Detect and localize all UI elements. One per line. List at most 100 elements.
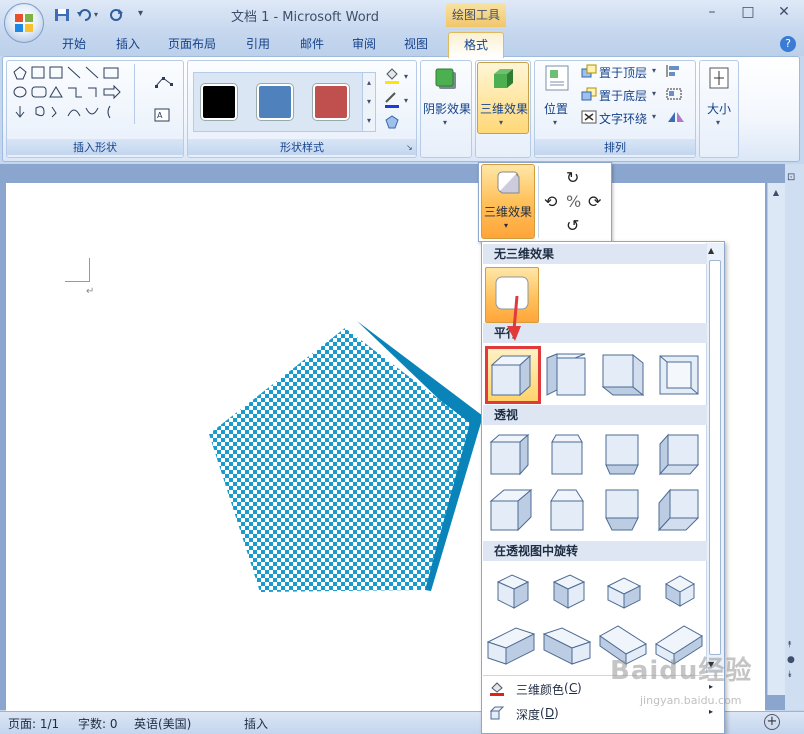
- rotate-icon[interactable]: [665, 110, 687, 124]
- depth-icon: [489, 706, 505, 720]
- tab-review[interactable]: 审阅: [344, 34, 384, 54]
- tab-insert[interactable]: 插入: [108, 34, 148, 54]
- 3d-effects-icon: [494, 69, 513, 88]
- perspective-icon-2[interactable]: [544, 432, 590, 478]
- undo-dropdown-icon[interactable]: ▾: [94, 10, 98, 19]
- text-wrapping-icon: [581, 110, 597, 124]
- customize-qat-icon[interactable]: ▾: [138, 8, 143, 19]
- outline-dropdown-icon[interactable]: ▾: [404, 96, 408, 105]
- rotation-icon-5[interactable]: [486, 620, 536, 666]
- depth-submenu-icon: ▸: [709, 707, 714, 716]
- style-swatch-black[interactable]: [201, 84, 237, 120]
- window-title: 文档 1 - Microsoft Word: [230, 10, 380, 25]
- vertical-scrollbar[interactable]: [767, 183, 785, 695]
- shadow-effects-icon[interactable]: [433, 66, 459, 92]
- gallery-scroll-up-icon[interactable]: ▲: [708, 246, 714, 255]
- tab-view[interactable]: 视图: [396, 34, 436, 54]
- office-button[interactable]: [4, 3, 44, 43]
- prev-page-icon[interactable]: ⯭: [787, 640, 792, 650]
- status-mode[interactable]: 插入: [244, 715, 268, 732]
- 3d-cube-icon: [497, 171, 520, 194]
- bring-front-dropdown-icon[interactable]: ▾: [652, 66, 656, 75]
- status-words[interactable]: 字数: 0: [78, 715, 118, 732]
- perspective-icon-4[interactable]: [656, 432, 702, 478]
- rotation-icon-6[interactable]: [542, 620, 592, 666]
- undo-icon[interactable]: [76, 8, 92, 22]
- edit-points-icon[interactable]: [154, 74, 174, 90]
- align-icon[interactable]: [665, 64, 687, 78]
- section-perspective: 透视: [483, 405, 707, 425]
- tab-mailings[interactable]: 邮件: [292, 34, 332, 54]
- style-gallery-scroll[interactable]: ▴ ▾ ▾: [362, 72, 376, 132]
- shape-fill-icon[interactable]: [383, 66, 401, 84]
- status-language[interactable]: 英语(美国): [134, 715, 191, 732]
- text-wrapping-dropdown-icon[interactable]: ▾: [652, 112, 656, 121]
- rotation-icon-3[interactable]: [602, 570, 648, 616]
- tilt-up-icon[interactable]: ↻: [566, 168, 579, 187]
- parallel-cube-icon-2[interactable]: [544, 352, 590, 398]
- rotation-icon-1[interactable]: [490, 570, 536, 616]
- save-icon[interactable]: [54, 8, 70, 22]
- minimize-button[interactable]: –: [700, 4, 724, 24]
- shape-gallery-scroll[interactable]: [134, 64, 148, 124]
- perspective-icon-1[interactable]: [488, 432, 534, 478]
- redo-icon[interactable]: [108, 8, 124, 22]
- next-page-icon[interactable]: ⯯: [787, 670, 792, 680]
- tilt-down-icon[interactable]: ↺: [566, 216, 579, 235]
- close-button[interactable]: ✕: [772, 4, 796, 24]
- ruler-toggle-icon[interactable]: ⊡: [787, 172, 801, 186]
- position-icon[interactable]: [544, 64, 570, 92]
- position-button[interactable]: 位置: [538, 100, 574, 117]
- send-back-dropdown-icon[interactable]: ▾: [652, 89, 656, 98]
- perspective-icon-7[interactable]: [600, 487, 646, 533]
- status-page[interactable]: 页面: 1/1: [8, 715, 59, 732]
- parallel-cube-icon-4[interactable]: [656, 352, 702, 398]
- maximize-button[interactable]: □: [736, 4, 760, 24]
- style-swatch-red[interactable]: [313, 84, 349, 120]
- size-icon[interactable]: [706, 64, 732, 92]
- help-icon[interactable]: ?: [780, 36, 796, 52]
- style-swatch-blue[interactable]: [257, 84, 293, 120]
- rotation-icon-4[interactable]: [658, 570, 704, 616]
- red-arrow-annotation: [507, 296, 521, 341]
- gallery-scroll-thumb[interactable]: [709, 260, 721, 655]
- 3d-effects-dropdown-label: 三维效果: [483, 205, 532, 219]
- text-wrapping-button[interactable]: 文字环绕: [599, 110, 647, 127]
- send-to-back-button[interactable]: 置于底层: [599, 87, 647, 104]
- tab-format[interactable]: 格式: [448, 32, 504, 58]
- pentagon-shape[interactable]: [205, 318, 485, 598]
- 3d-on-off-icon[interactable]: %: [566, 192, 581, 211]
- 3d-color-shortcut-open: (: [564, 681, 569, 695]
- 3d-color-icon: [490, 682, 504, 696]
- perspective-icon-5[interactable]: [488, 487, 534, 533]
- shadow-effects-button[interactable]: 阴影效果: [422, 100, 472, 117]
- parallel-cube-icon-1: [490, 354, 532, 397]
- tab-home[interactable]: 开始: [54, 34, 94, 54]
- dialog-launcher-icon[interactable]: ↘: [406, 143, 413, 152]
- scroll-up-icon[interactable]: ▲: [770, 188, 782, 198]
- fill-dropdown-icon[interactable]: ▾: [404, 72, 408, 81]
- text-box-icon[interactable]: A: [154, 108, 170, 122]
- watermark-logo: Baidu经验: [610, 656, 753, 686]
- zoom-in-icon[interactable]: +: [764, 714, 780, 730]
- 3d-color-label: 三维颜色: [516, 683, 565, 697]
- tab-page-layout[interactable]: 页面布局: [162, 34, 222, 54]
- parallel-cube-icon-3[interactable]: [600, 352, 646, 398]
- shape-outline-icon[interactable]: [383, 90, 401, 108]
- position-dropdown-icon: ▾: [553, 118, 558, 127]
- group-label-arrange: 排列: [535, 139, 695, 155]
- tilt-right-icon[interactable]: ⟳: [588, 192, 601, 211]
- tab-references[interactable]: 引用: [238, 34, 278, 54]
- tilt-left-icon[interactable]: ⟲: [544, 192, 557, 211]
- perspective-icon-3[interactable]: [600, 432, 646, 478]
- group-icon[interactable]: [665, 87, 687, 101]
- shape-gallery-icon[interactable]: [10, 64, 150, 124]
- bring-to-front-button[interactable]: 置于顶层: [599, 64, 647, 81]
- select-browse-icon[interactable]: ●: [787, 655, 795, 665]
- perspective-icon-8[interactable]: [656, 487, 702, 533]
- perspective-icon-6[interactable]: [544, 487, 590, 533]
- svg-text:A: A: [157, 111, 163, 120]
- size-button[interactable]: 大小: [700, 100, 738, 117]
- change-shape-icon[interactable]: [383, 114, 403, 132]
- rotation-icon-2[interactable]: [546, 570, 592, 616]
